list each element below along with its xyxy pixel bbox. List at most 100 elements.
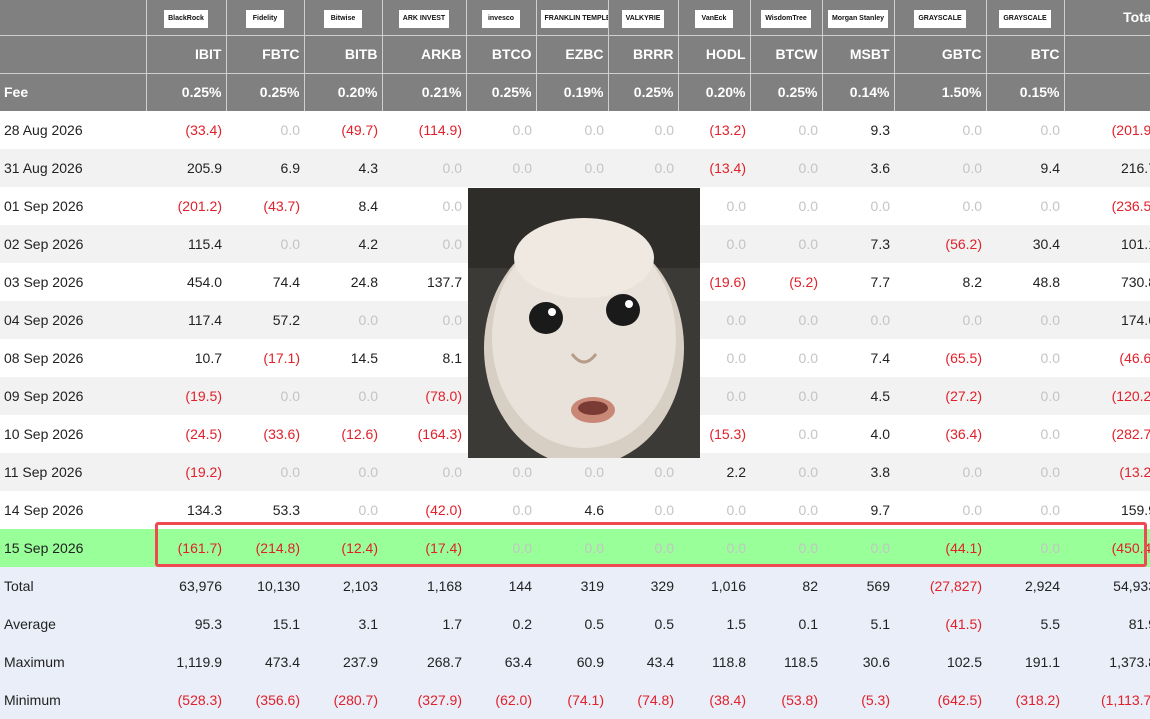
fee-cell: 0.25% [608,72,679,111]
summary-label: Total [0,567,146,605]
summary-cell: 1,016 [678,567,750,605]
date-cell: 14 Sep 2026 [0,491,146,529]
summary-cell: 2,103 [304,567,382,605]
flow-cell: (17.4) [382,529,466,567]
flow-cell: 0.0 [382,149,466,187]
summary-cell: (642.5) [894,681,986,719]
flow-cell: 0.0 [466,149,536,187]
flow-cell: (12.4) [304,529,382,567]
summary-cell: 2,924 [986,567,1064,605]
flow-cell: 0.0 [536,453,608,491]
flow-cell: 0.0 [608,491,678,529]
issuer-logo-cell: VALKYRIE [608,0,679,35]
flow-cell: 0.0 [986,301,1064,339]
ticker-row: IBIT FBTC BITB ARKB BTCO EZBC BRRR HODL BTCW MSBT… [0,34,1150,73]
flow-cell: 0.0 [304,377,382,415]
flow-cell: 0.0 [536,529,608,567]
flow-cell: (36.4) [894,415,986,453]
summary-label: Minimum [0,681,146,719]
flow-cell: 0.0 [750,111,822,149]
flow-cell: 0.0 [750,149,822,187]
issuer-logo-cell: Bitwise [304,0,383,35]
flow-cell: 0.0 [822,301,894,339]
flow-cell: 9.7 [822,491,894,529]
date-cell: 15 Sep 2026 [0,529,146,567]
ticker-hodl: HODL [678,34,751,73]
ticker-fbtc: FBTC [226,34,305,73]
issuer-logo: invesco [482,9,520,28]
flow-cell: 0.0 [894,149,986,187]
flow-cell: (27.2) [894,377,986,415]
flow-cell: 0.0 [894,111,986,149]
summary-cell: (327.9) [382,681,466,719]
flow-cell: 0.0 [750,377,822,415]
summary-row-total: Total 63,976 10,130 2,103 1,168 144 319 329 1,01… [0,567,1150,605]
issuer-logo-cell: invesco [466,0,537,35]
flow-cell: 0.0 [750,339,822,377]
summary-cell: 1,373.8 [1064,643,1150,681]
flow-cell: 0.0 [750,225,822,263]
date-cell: 10 Sep 2026 [0,415,146,453]
summary-cell: 1.5 [678,605,750,643]
summary-cell: 319 [536,567,608,605]
flow-cell: 7.7 [822,263,894,301]
flow-cell: (13.4) [678,149,750,187]
issuer-logo-cell: WisdomTree [750,0,823,35]
issuer-logo: FRANKLIN TEMPLETON [540,9,607,28]
flow-cell: (201.2) [146,187,226,225]
issuer-logo: Morgan Stanley [827,9,889,28]
flow-cell: 0.0 [678,529,750,567]
flow-cell: 7.4 [822,339,894,377]
date-cell: 02 Sep 2026 [0,225,146,263]
flow-cell: 0.0 [536,149,608,187]
flow-cell: 0.0 [986,415,1064,453]
flow-cell: 3.8 [822,453,894,491]
fee-cell: 0.19% [536,72,609,111]
flow-cell: 0.0 [226,111,304,149]
summary-cell: (280.7) [304,681,382,719]
issuer-logo-cell: VanEck [678,0,751,35]
fee-cell: 1.50% [894,72,987,111]
flow-cell: 8.4 [304,187,382,225]
flow-cell: 0.0 [986,111,1064,149]
flow-cell: 48.8 [986,263,1064,301]
flow-cell: 216.7 [1064,149,1150,187]
fee-cell: 0.25% [466,72,537,111]
flow-cell: (43.7) [226,187,304,225]
date-cell: 08 Sep 2026 [0,339,146,377]
fee-label: Fee [0,72,147,111]
summary-cell: 15.1 [226,605,304,643]
summary-cell: 63.4 [466,643,536,681]
flow-cell: (17.1) [226,339,304,377]
fee-cell: 0.25% [226,72,305,111]
fee-cell: 0.21% [382,72,467,111]
summary-cell: (41.5) [894,605,986,643]
flow-cell: 24.8 [304,263,382,301]
summary-cell: 81.9 [1064,605,1150,643]
date-cell: 11 Sep 2026 [0,453,146,491]
fee-cell [1064,72,1150,111]
flow-cell: 134.3 [146,491,226,529]
flow-cell: 30.4 [986,225,1064,263]
flow-cell: 74.4 [226,263,304,301]
flow-cell: 0.0 [382,187,466,225]
flow-cell: 0.0 [678,491,750,529]
flow-cell: 0.0 [304,491,382,529]
flow-cell: 0.0 [750,415,822,453]
issuer-logo-cell: ARK INVEST [382,0,467,35]
flow-cell: 9.3 [822,111,894,149]
flow-cell: 53.3 [226,491,304,529]
summary-cell: 60.9 [536,643,608,681]
flow-cell: 0.0 [986,453,1064,491]
flow-cell: (33.6) [226,415,304,453]
flow-cell: 0.0 [304,301,382,339]
flow-cell: 0.0 [226,225,304,263]
flow-cell: 0.0 [750,491,822,529]
fee-row: Fee 0.25% 0.25% 0.20% 0.21% 0.25% 0.19% 0.25% 0.… [0,72,1150,111]
flow-cell: 0.0 [608,149,678,187]
issuer-logo: VanEck [695,9,733,28]
issuer-logo-cell: FRANKLIN TEMPLETON [536,0,609,35]
flow-cell: (120.2) [1064,377,1150,415]
summary-cell: 10,130 [226,567,304,605]
flow-cell: (33.4) [146,111,226,149]
